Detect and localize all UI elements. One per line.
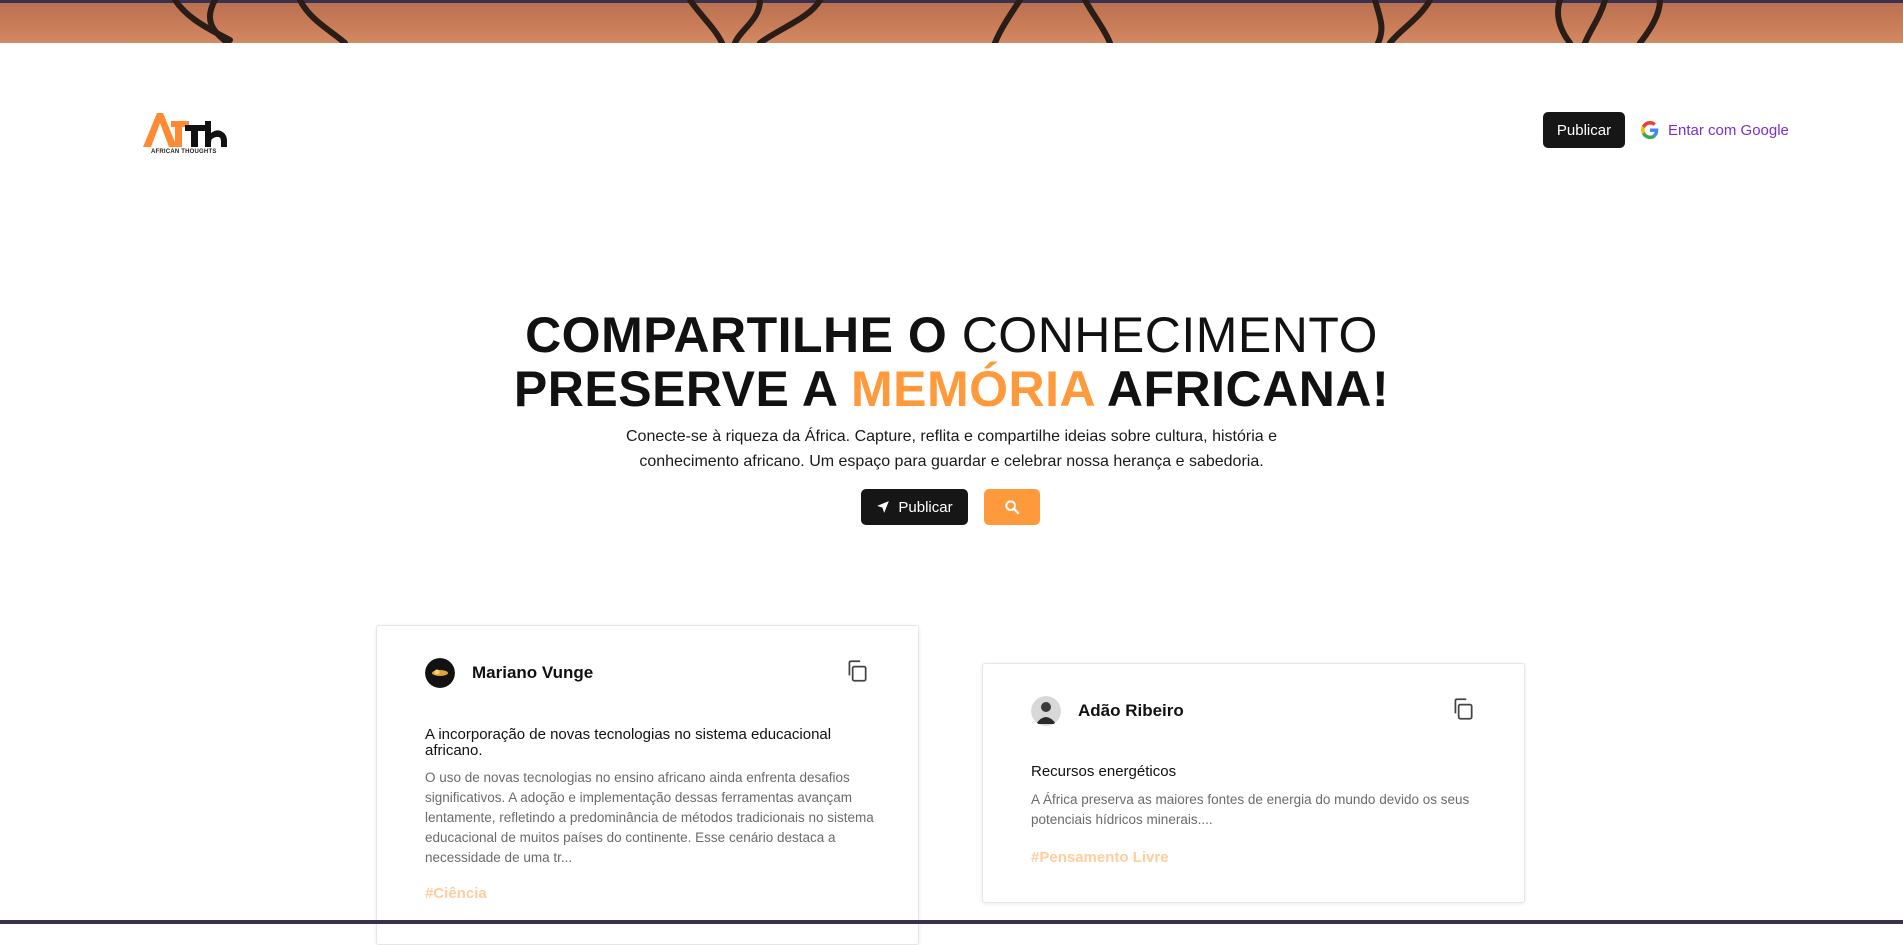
publish-button-hero-label: Publicar [898, 498, 953, 516]
afth-logo-mark [143, 113, 227, 147]
logo-subtitle: AFRICAN THOUGHTS [151, 149, 217, 155]
post-tag[interactable]: #Pensamento Livre [1031, 849, 1169, 866]
send-icon [877, 501, 890, 513]
post-title[interactable]: A incorporação de novas tecnologias no s… [425, 727, 865, 759]
post-author[interactable]: Adão Ribeiro [1031, 696, 1184, 726]
bottom-edge [0, 920, 1903, 924]
hero-description: Conecte-se à riqueza da África. Capture,… [626, 428, 1277, 470]
google-login-label: Entar com Google [1668, 121, 1789, 139]
post-title[interactable]: Recursos energéticos [1031, 764, 1471, 780]
post-author[interactable]: Mariano Vunge [425, 658, 593, 688]
copy-icon[interactable] [844, 658, 870, 684]
author-name: Adão Ribeiro [1078, 701, 1184, 720]
hero-title-accent: MEMÓRIA [851, 361, 1095, 417]
hero-actions: Publicar [861, 489, 1040, 525]
publish-button-header[interactable]: Publicar [1543, 112, 1625, 148]
avatar [1031, 696, 1061, 726]
post-excerpt: A África preserva as maiores fontes de e… [1031, 792, 1470, 827]
google-icon [1641, 121, 1659, 139]
hero-title-line1: COMPARTILHE O CONHECIMENTO [0, 308, 1903, 362]
publish-button-hero[interactable]: Publicar [861, 489, 968, 525]
post-tag[interactable]: #Ciência [425, 885, 487, 902]
post-card[interactable]: Adão Ribeiro Recursos energéticos A Áfri… [982, 663, 1525, 903]
tree-silhouettes [172, 0, 1663, 43]
avatar [425, 658, 455, 688]
copy-icon[interactable] [1450, 696, 1476, 722]
post-excerpt: O uso de novas tecnologias no ensino afr… [425, 770, 874, 865]
google-login-link[interactable]: Entar com Google [1641, 118, 1789, 142]
search-icon [1005, 500, 1020, 515]
search-button[interactable] [984, 489, 1040, 525]
hero-title-bold-2: PRESERVE A [513, 361, 837, 417]
post-card[interactable]: Mariano Vunge A incorporação de novas te… [376, 625, 919, 945]
author-name: Mariano Vunge [472, 663, 594, 682]
header-banner-image [0, 0, 1903, 43]
site-logo[interactable]: AFRICAN THOUGHTS [141, 111, 233, 161]
hero-title: COMPARTILHE O CONHECIMENTO PRESERVE A ME… [0, 308, 1903, 416]
hero-title-line2: PRESERVE A MEMÓRIA AFRICANA! [0, 362, 1903, 416]
hero-title-bold-1: COMPARTILHE O [525, 307, 948, 363]
hero-title-bold-3: AFRICANA! [1106, 361, 1390, 417]
hero-title-thin: CONHECIMENTO [961, 307, 1378, 363]
